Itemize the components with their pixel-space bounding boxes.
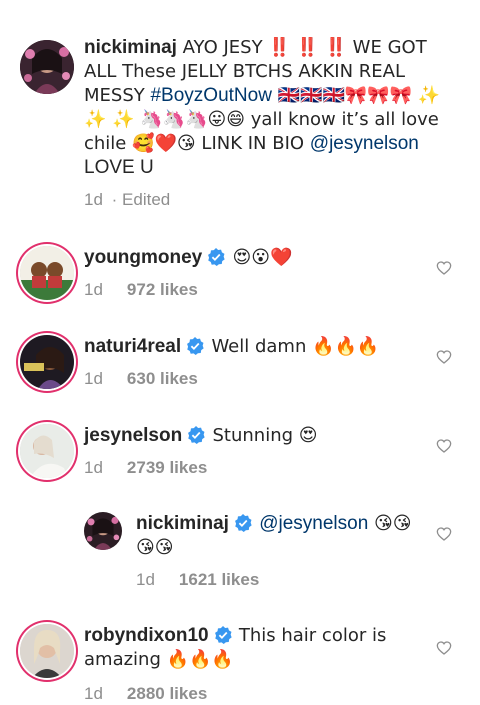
heart-outline-icon[interactable]: [436, 260, 452, 276]
verified-badge-icon: [234, 514, 252, 532]
comment-meta: 1d 2880 likes: [84, 684, 207, 704]
verified-badge-icon: [187, 426, 205, 444]
comment-username[interactable]: naturi4real: [84, 336, 181, 357]
heart-outline-icon[interactable]: [436, 349, 452, 365]
comment-body: Stunning 😍: [212, 425, 318, 446]
reply-item: nickiminaj @jesynelson 😘😘😘😘 1d 1621 likes: [0, 500, 480, 600]
comment-username[interactable]: jesynelson: [84, 425, 182, 446]
avatar[interactable]: [84, 512, 122, 550]
comment-body: Well damn 🔥🔥🔥: [211, 336, 380, 357]
caption-text: nickiminaj AYO JESY ‼️ ‼️ ‼️ WE GOT ALL …: [84, 36, 444, 180]
heart-outline-icon[interactable]: [436, 640, 452, 656]
verified-badge-icon: [186, 337, 204, 355]
comment-item: youngmoney 😍😮❤️ 1d 972 likes: [0, 232, 480, 312]
comment-text: robyndixon10 This hair color is amazing …: [84, 624, 424, 672]
comment-username[interactable]: nickiminaj: [136, 513, 229, 534]
comment-time: 1d: [84, 280, 103, 299]
likes-count[interactable]: 1621 likes: [179, 570, 259, 589]
comment-time: 1d: [84, 684, 103, 703]
avatar-image: [20, 335, 74, 389]
edited-label: · Edited: [111, 190, 171, 209]
likes-count[interactable]: 972 likes: [127, 280, 198, 299]
avatar-image: [84, 512, 122, 550]
likes-count[interactable]: 630 likes: [127, 369, 198, 388]
comment-text: youngmoney 😍😮❤️: [84, 246, 424, 270]
comment-username[interactable]: youngmoney: [84, 247, 202, 268]
avatar-image: [20, 624, 74, 678]
avatar-image: [20, 246, 74, 300]
comment-text: naturi4real Well damn 🔥🔥🔥: [84, 335, 424, 359]
comment-meta: 1d 1621 likes: [136, 570, 259, 590]
verified-badge-icon: [207, 248, 225, 266]
avatar-image: [20, 40, 74, 94]
comment-username[interactable]: nickiminaj: [84, 37, 177, 58]
comment-meta: 1d 2739 likes: [84, 458, 207, 478]
comment-time: 1d: [84, 190, 103, 209]
heart-outline-icon[interactable]: [436, 438, 452, 454]
hashtag-link[interactable]: #BoyzOutNow: [150, 85, 271, 106]
heart-outline-icon[interactable]: [436, 526, 452, 542]
comment-item: naturi4real Well damn 🔥🔥🔥 1d 630 likes: [0, 321, 480, 401]
verified-badge-icon: [214, 626, 232, 644]
comment-meta: 1d 972 likes: [84, 280, 198, 300]
comment-time: 1d: [84, 458, 103, 477]
comment-item: robyndixon10 This hair color is amazing …: [0, 610, 480, 705]
comment-body: 😍😮❤️: [232, 247, 293, 268]
comment-text: jesynelson Stunning 😍: [84, 424, 424, 448]
comment-time: 1d: [136, 570, 155, 589]
avatar[interactable]: [20, 424, 74, 478]
comment-meta: 1d · Edited: [84, 190, 170, 210]
avatar[interactable]: [20, 335, 74, 389]
caption-comment: nickiminaj AYO JESY ‼️ ‼️ ‼️ WE GOT ALL …: [0, 0, 480, 215]
comment-meta: 1d 630 likes: [84, 369, 198, 389]
avatar[interactable]: [20, 40, 74, 94]
comment-item: jesynelson Stunning 😍 1d 2739 likes: [0, 410, 480, 490]
comment-time: 1d: [84, 369, 103, 388]
mention-link[interactable]: @jesynelson: [310, 133, 419, 154]
avatar-image: [20, 424, 74, 478]
likes-count[interactable]: 2739 likes: [127, 458, 207, 477]
likes-count[interactable]: 2880 likes: [127, 684, 207, 703]
caption-body-end: LOVE U: [84, 157, 154, 178]
avatar[interactable]: [20, 624, 74, 678]
comment-username[interactable]: robyndixon10: [84, 625, 209, 646]
reply-text: nickiminaj @jesynelson 😘😘😘😘: [136, 512, 426, 560]
mention-link[interactable]: @jesynelson: [259, 513, 368, 534]
avatar[interactable]: [20, 246, 74, 300]
